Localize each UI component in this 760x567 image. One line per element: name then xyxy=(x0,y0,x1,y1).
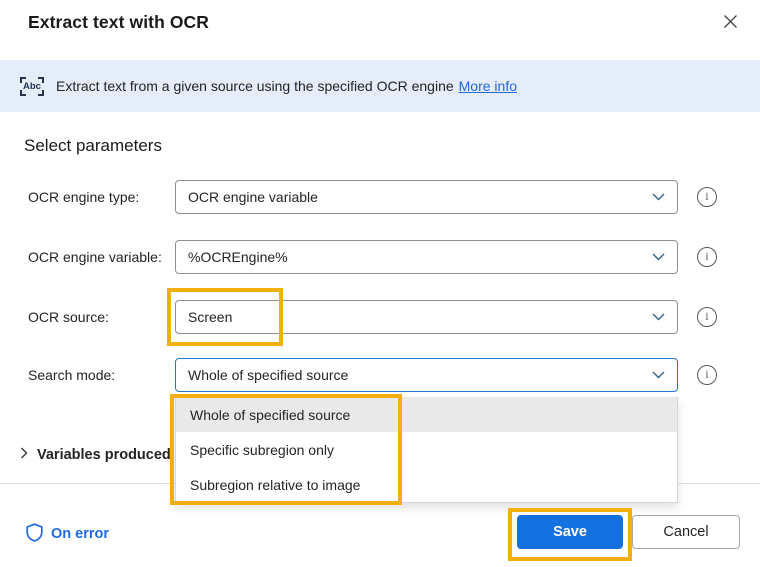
menu-option-specific-subregion-only[interactable]: Specific subregion only xyxy=(176,432,677,467)
chevron-down-icon xyxy=(652,313,665,321)
ocr-engine-type-label: OCR engine type: xyxy=(28,189,140,205)
info-banner: Abc Extract text from a given source usi… xyxy=(0,60,760,112)
on-error-label: On error xyxy=(51,526,110,542)
close-button[interactable] xyxy=(716,10,744,38)
menu-option-subregion-relative-to-image[interactable]: Subregion relative to image xyxy=(176,467,677,502)
shield-icon xyxy=(26,522,43,546)
chevron-down-icon xyxy=(652,371,665,379)
chevron-down-icon xyxy=(652,253,665,261)
info-icon[interactable]: i xyxy=(697,187,717,207)
ocr-engine-variable-value: %OCREngine% xyxy=(188,249,288,265)
on-error-button[interactable]: On error xyxy=(26,522,109,546)
search-mode-dropdown[interactable]: Whole of specified source xyxy=(175,358,678,392)
search-mode-menu: Whole of specified source Specific subre… xyxy=(175,397,678,503)
ocr-engine-type-value: OCR engine variable xyxy=(188,189,318,205)
save-button[interactable]: Save xyxy=(517,515,623,549)
info-icon[interactable]: i xyxy=(697,365,717,385)
info-icon[interactable]: i xyxy=(697,247,717,267)
chevron-down-icon xyxy=(652,193,665,201)
menu-option-whole-of-specified-source[interactable]: Whole of specified source xyxy=(176,397,677,432)
search-mode-value: Whole of specified source xyxy=(188,367,349,383)
chevron-right-icon xyxy=(20,447,28,463)
variables-produced-label: Variables produced xyxy=(37,447,171,463)
ocr-source-label: OCR source: xyxy=(28,309,109,325)
ocr-abc-icon: Abc xyxy=(20,76,44,96)
search-mode-label: Search mode: xyxy=(28,367,116,383)
close-icon xyxy=(723,14,738,34)
cancel-button[interactable]: Cancel xyxy=(632,515,740,549)
ocr-source-value: Screen xyxy=(188,309,233,325)
ocr-engine-type-dropdown[interactable]: OCR engine variable xyxy=(175,180,678,214)
dialog-title: Extract text with OCR xyxy=(28,12,210,32)
ocr-engine-variable-dropdown[interactable]: %OCREngine% xyxy=(175,240,678,274)
select-parameters-heading: Select parameters xyxy=(24,136,162,155)
ocr-engine-variable-label: OCR engine variable: xyxy=(28,249,162,265)
info-icon[interactable]: i xyxy=(697,307,717,327)
ocr-source-dropdown[interactable]: Screen xyxy=(175,300,678,334)
variables-produced-toggle[interactable]: Variables produced xyxy=(20,444,171,466)
banner-description: Extract text from a given source using t… xyxy=(56,78,454,94)
more-info-link[interactable]: More info xyxy=(459,78,517,94)
